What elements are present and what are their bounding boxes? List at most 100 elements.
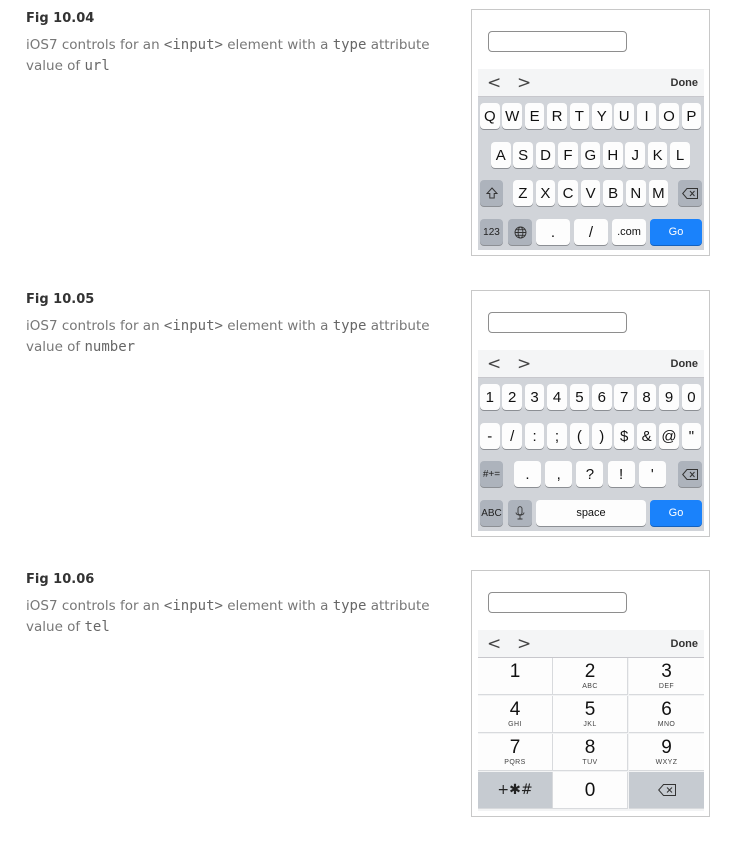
previous-field-chevron-icon[interactable]: <: [487, 636, 501, 653]
key-C[interactable]: C: [558, 180, 578, 206]
key-L[interactable]: L: [670, 142, 690, 168]
digit: 7: [509, 736, 521, 758]
key-Q[interactable]: Q: [480, 103, 500, 129]
keypad-key-0[interactable]: 0: [553, 772, 628, 809]
digit: 0: [584, 779, 596, 801]
key-K[interactable]: K: [647, 142, 668, 168]
key-N[interactable]: N: [626, 180, 646, 206]
key-G[interactable]: G: [580, 142, 601, 168]
key-0[interactable]: 0: [681, 384, 702, 410]
keypad-key-8[interactable]: 8 TUV: [553, 734, 628, 771]
space-key[interactable]: space: [536, 500, 646, 526]
phone-keypad: 9 WXYZ 8 TUV 7 PQRS 6 MNO 5 JKL 4 GHI 3 DEF 2 ABC 1 +✱# …: [478, 658, 704, 811]
key-Y[interactable]: Y: [592, 103, 612, 129]
key-8[interactable]: 8: [636, 384, 657, 410]
key-I[interactable]: I: [636, 103, 657, 129]
done-button[interactable]: Done: [671, 638, 699, 650]
keypad-key-6[interactable]: 6 MNO: [629, 696, 704, 733]
next-field-chevron-icon[interactable]: >: [517, 636, 531, 653]
symbols-mode-key[interactable]: #+=: [480, 461, 503, 487]
next-field-chevron-icon[interactable]: >: [517, 75, 531, 92]
key-U[interactable]: U: [614, 103, 634, 129]
key-sym[interactable]: ?: [576, 461, 604, 487]
key-sym[interactable]: (: [569, 423, 590, 449]
key-2[interactable]: 2: [502, 384, 522, 410]
globe-key[interactable]: [508, 219, 532, 245]
key-J[interactable]: J: [625, 142, 645, 168]
go-button[interactable]: Go: [650, 500, 702, 526]
key-P[interactable]: P: [681, 103, 702, 129]
key-O[interactable]: O: [659, 103, 679, 129]
key-sym[interactable]: ): [592, 423, 612, 449]
key-D[interactable]: D: [535, 142, 556, 168]
done-button[interactable]: Done: [671, 77, 699, 89]
key-sym[interactable]: ;: [547, 423, 567, 449]
key-A[interactable]: A: [491, 142, 511, 168]
caption-attribute: type: [332, 598, 367, 614]
key-E[interactable]: E: [524, 103, 545, 129]
next-field-chevron-icon[interactable]: >: [517, 356, 531, 373]
caption-text: iOS7 controls for an: [26, 598, 164, 614]
key-9[interactable]: 9: [659, 384, 679, 410]
dot-key[interactable]: .: [536, 219, 570, 245]
key-sym[interactable]: &: [636, 423, 657, 449]
key-W[interactable]: W: [502, 103, 522, 129]
key-sym[interactable]: ': [638, 461, 666, 487]
key-X[interactable]: X: [535, 180, 556, 206]
key-V[interactable]: V: [580, 180, 601, 206]
letters-mode-key[interactable]: ABC: [480, 500, 503, 526]
key-sym[interactable]: -: [480, 423, 500, 449]
keypad-key-2[interactable]: 2 ABC: [553, 658, 628, 695]
key-sym[interactable]: /: [502, 423, 522, 449]
url-keyboard: < > Done QWERTYUIOP ASDFGHJKL ZXCVBNM 12…: [478, 69, 704, 250]
tel-input-field[interactable]: [488, 592, 627, 613]
key-7[interactable]: 7: [614, 384, 634, 410]
digit: 5: [584, 698, 596, 720]
dotcom-key[interactable]: .com: [612, 219, 646, 245]
keypad-key-4[interactable]: 4 GHI: [478, 696, 553, 733]
figure-10-06: Fig 10.06 iOS7 controls for an <input> e…: [0, 561, 732, 841]
shift-icon: [485, 187, 498, 199]
url-input-field[interactable]: [488, 31, 627, 52]
keypad-key-3[interactable]: 3 DEF: [629, 658, 704, 695]
key-sym[interactable]: ": [681, 423, 702, 449]
key-6[interactable]: 6: [592, 384, 612, 410]
delete-key[interactable]: [678, 180, 702, 206]
numbers-mode-key[interactable]: 123: [480, 219, 503, 245]
key-sym[interactable]: :: [524, 423, 545, 449]
key-H[interactable]: H: [603, 142, 623, 168]
key-F[interactable]: F: [558, 142, 578, 168]
key-sym[interactable]: !: [607, 461, 635, 487]
key-R[interactable]: R: [547, 103, 567, 129]
key-S[interactable]: S: [513, 142, 533, 168]
key-B[interactable]: B: [603, 180, 623, 206]
key-4[interactable]: 4: [547, 384, 567, 410]
shift-key[interactable]: [480, 180, 503, 206]
go-button[interactable]: Go: [650, 219, 702, 245]
key-Z[interactable]: Z: [513, 180, 533, 206]
key-3[interactable]: 3: [524, 384, 545, 410]
slash-key[interactable]: /: [574, 219, 608, 245]
key-sym[interactable]: @: [659, 423, 679, 449]
number-input-field[interactable]: [488, 312, 627, 333]
done-button[interactable]: Done: [671, 358, 699, 370]
delete-key[interactable]: [678, 461, 702, 487]
key-1[interactable]: 1: [480, 384, 500, 410]
letters: DEF: [658, 682, 675, 690]
keypad-key-9[interactable]: 9 WXYZ: [629, 734, 704, 771]
ios-screenshot: < > Done QWERTYUIOP ASDFGHJKL ZXCVBNM 12…: [471, 9, 710, 256]
key-T[interactable]: T: [569, 103, 590, 129]
keypad-key-1[interactable]: 1: [478, 658, 553, 695]
keypad-key-5[interactable]: 5 JKL: [553, 696, 628, 733]
delete-key[interactable]: [629, 772, 704, 809]
key-sym[interactable]: $: [614, 423, 634, 449]
key-5[interactable]: 5: [569, 384, 590, 410]
previous-field-chevron-icon[interactable]: <: [487, 75, 501, 92]
key-sym[interactable]: ,: [545, 461, 573, 487]
previous-field-chevron-icon[interactable]: <: [487, 356, 501, 373]
key-sym[interactable]: .: [514, 461, 541, 487]
microphone-key[interactable]: [508, 500, 532, 526]
keypad-key-7[interactable]: 7 PQRS: [478, 734, 553, 771]
symbols-key[interactable]: +✱#: [478, 772, 553, 809]
key-M[interactable]: M: [648, 180, 669, 206]
